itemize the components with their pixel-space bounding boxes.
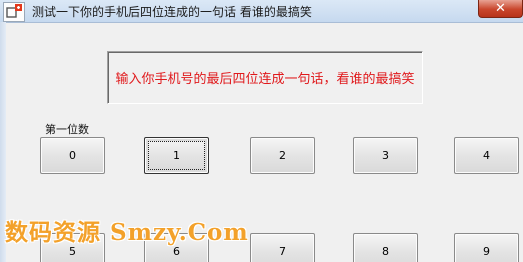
digit-button-9[interactable]: 9 (454, 233, 519, 262)
watermark: 数码资源 Smzy.Com (5, 219, 249, 246)
digit-button-0[interactable]: 0 (40, 137, 105, 174)
message-text: 输入你手机号的最后四位连成一句话，看谁的最搞笑 (115, 72, 415, 87)
app-window: 测试一下你的手机后四位连成的一句话 看谁的最搞笑 ✕ 输入你手机号的最后四位连成… (0, 0, 523, 262)
digit-button-7[interactable]: 7 (250, 233, 315, 262)
close-icon[interactable]: ✕ (495, 1, 506, 16)
digit-button-8[interactable]: 8 (353, 233, 418, 262)
digit-button-3[interactable]: 3 (353, 137, 418, 174)
digit-button-1[interactable]: 1 (144, 137, 209, 174)
window-title: 测试一下你的手机后四位连成的一句话 看谁的最搞笑 (32, 5, 312, 19)
close-button[interactable]: ✕ (478, 0, 523, 18)
digit-button-2[interactable]: 2 (250, 137, 315, 174)
app-icon[interactable] (3, 2, 25, 22)
digit-label: 第一位数 (45, 123, 89, 136)
title-bar[interactable]: 测试一下你的手机后四位连成的一句话 看谁的最搞笑 ✕ (0, 0, 523, 23)
digit-button-4[interactable]: 4 (454, 137, 519, 174)
message-box: 输入你手机号的最后四位连成一句话，看谁的最搞笑 (107, 51, 423, 104)
